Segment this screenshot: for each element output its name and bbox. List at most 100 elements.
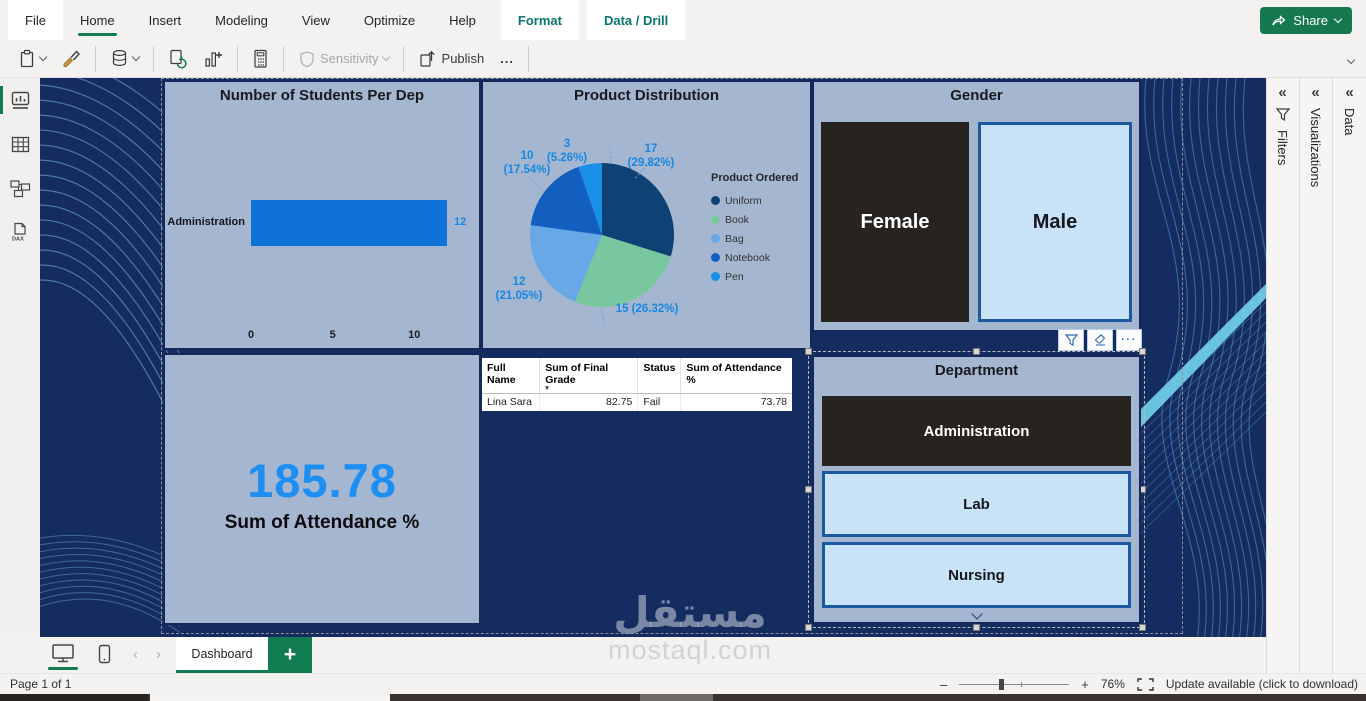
scrollbar-thumb[interactable] [150, 694, 390, 701]
more-options-icon[interactable]: ··· [1116, 329, 1142, 351]
menu-tab-data-drill[interactable]: Data / Drill [586, 0, 686, 40]
table-column-header[interactable]: Sum of Final Grade ▾ [539, 358, 639, 394]
menu-tab-format[interactable]: Format [500, 0, 579, 40]
slicer-option-nursing[interactable]: Nursing [822, 542, 1131, 608]
table-view-button[interactable] [0, 122, 40, 166]
mobile-layout-button[interactable] [98, 644, 111, 664]
legend-item-notebook[interactable]: Notebook [711, 248, 798, 267]
new-visual-button[interactable] [195, 44, 231, 74]
view-rail: DAX [0, 78, 40, 637]
pie-chart-visual[interactable]: Product Distribution 17 (29.82%) 15 (26.3… [481, 80, 812, 350]
fit-to-page-icon[interactable] [1137, 677, 1154, 691]
selection-handle[interactable] [973, 348, 980, 355]
zoom-out-button[interactable]: – [940, 677, 947, 692]
ribbon-separator [283, 45, 284, 72]
database-button[interactable] [102, 44, 147, 74]
table-visual[interactable]: Full Name Sum of Final Grade ▾ Status Sum of… [482, 358, 792, 411]
legend-label: Bag [725, 232, 744, 245]
expand-panel-icon[interactable]: « [1278, 85, 1286, 100]
pie-data-label: 17 (29.82%) [627, 143, 675, 169]
horizontal-scrollbar[interactable] [0, 694, 1366, 701]
data-panel-collapsed[interactable]: « Data [1332, 78, 1366, 673]
previous-page-arrow[interactable]: ‹ [133, 646, 138, 663]
slicer-option-female[interactable]: Female [821, 122, 969, 322]
menu-bar: File Home Insert Modeling View Optimize … [0, 0, 1366, 40]
paste-button[interactable] [10, 44, 54, 74]
slicer-option-male[interactable]: Male [978, 122, 1132, 322]
card-visual[interactable]: 185.78 Sum of Attendance % [163, 353, 481, 625]
page-indicator: Page 1 of 1 [10, 677, 72, 691]
format-painter-icon [62, 49, 81, 68]
new-visual-icon [203, 49, 223, 69]
zoom-in-button[interactable]: + [1081, 677, 1089, 692]
calculator-icon [252, 49, 269, 69]
eraser-clear-selections-icon[interactable] [1087, 329, 1113, 351]
table-column-header[interactable]: Sum of Attendance % [680, 358, 792, 394]
selection-handle[interactable] [973, 624, 980, 631]
sensitivity-label: Sensitivity [320, 51, 379, 66]
zoom-slider-thumb[interactable] [999, 678, 1005, 690]
ribbon-toolbar: Sensitivity Publish ... [0, 40, 1366, 78]
menu-tab-view[interactable]: View [285, 0, 347, 40]
share-button[interactable]: Share [1260, 7, 1352, 34]
share-icon [1271, 14, 1286, 27]
expand-panel-icon[interactable]: « [1311, 85, 1319, 100]
selection-handle[interactable] [1139, 624, 1146, 631]
next-page-arrow[interactable]: › [156, 646, 161, 663]
format-painter-button[interactable] [54, 44, 89, 74]
legend-item-bag[interactable]: Bag [711, 229, 798, 248]
menu-tab-optimize[interactable]: Optimize [347, 0, 432, 40]
dax-query-view-button[interactable]: DAX [0, 210, 40, 254]
department-slicer[interactable]: Department Administration Lab Nursing [812, 355, 1141, 624]
selection-handle[interactable] [805, 624, 812, 631]
gender-slicer[interactable]: Gender Female Male [812, 80, 1141, 332]
update-available-link[interactable]: Update available (click to download) [1166, 677, 1358, 691]
x-axis-tick: 10 [408, 329, 421, 341]
ribbon-separator [402, 45, 404, 72]
bar-administration[interactable] [251, 200, 447, 246]
zoom-slider[interactable] [959, 678, 1070, 690]
publish-label: Publish [441, 51, 485, 66]
table-column-header[interactable]: Full Name [482, 358, 541, 394]
legend-item-pen[interactable]: Pen [711, 267, 798, 286]
expand-panel-icon[interactable]: « [1345, 85, 1353, 100]
desktop-layout-button[interactable] [48, 642, 78, 670]
calculator-button[interactable] [244, 44, 277, 74]
menu-tab-home[interactable]: Home [63, 0, 132, 40]
database-icon [110, 49, 129, 68]
ribbon-separator [95, 45, 96, 72]
visualizations-panel-collapsed[interactable]: « Visualizations [1299, 78, 1331, 673]
report-canvas[interactable]: Number of Students Per Dep Administratio… [40, 78, 1266, 637]
legend-label: Book [725, 213, 749, 226]
pie-legend: Product Ordered Uniform Book Bag Notebook Pe… [711, 172, 798, 286]
legend-item-uniform[interactable]: Uniform [711, 191, 798, 210]
slicer-scroll-more-button[interactable] [814, 608, 1139, 620]
new-page-button[interactable]: + [268, 637, 312, 673]
selection-handle[interactable] [805, 486, 812, 493]
slicer-option-administration[interactable]: Administration [822, 396, 1131, 466]
menu-tab-help[interactable]: Help [432, 0, 493, 40]
filters-panel-label: Filters [1275, 130, 1290, 166]
refresh-button[interactable] [160, 44, 195, 74]
slicer-option-lab[interactable]: Lab [822, 471, 1131, 537]
refresh-visual-icon [168, 49, 187, 69]
y-axis-category-label: Administration [167, 216, 245, 228]
report-view-button[interactable] [0, 78, 40, 122]
bar-chart-visual[interactable]: Number of Students Per Dep Administratio… [163, 80, 481, 350]
more-commands-button[interactable]: ... [492, 44, 522, 74]
table-cell: 82.75 [539, 393, 639, 411]
table-cell: Fail [637, 393, 682, 411]
menu-tab-file[interactable]: File [8, 0, 63, 40]
menu-tab-insert[interactable]: Insert [132, 0, 199, 40]
page-tab-dashboard[interactable]: Dashboard [176, 637, 268, 673]
table-row[interactable]: Lina Sara 82.75 Fail 73.78 [482, 393, 792, 411]
table-column-header[interactable]: Status [637, 358, 682, 394]
filters-panel-collapsed[interactable]: « Filters [1266, 78, 1298, 673]
collapse-ribbon-button[interactable] [1346, 50, 1356, 68]
filter-funnel-icon [1275, 108, 1290, 121]
publish-button[interactable]: Publish [410, 44, 493, 74]
filter-funnel-icon[interactable] [1058, 329, 1084, 351]
legend-item-book[interactable]: Book [711, 210, 798, 229]
model-view-button[interactable] [0, 166, 40, 210]
menu-tab-modeling[interactable]: Modeling [198, 0, 285, 40]
